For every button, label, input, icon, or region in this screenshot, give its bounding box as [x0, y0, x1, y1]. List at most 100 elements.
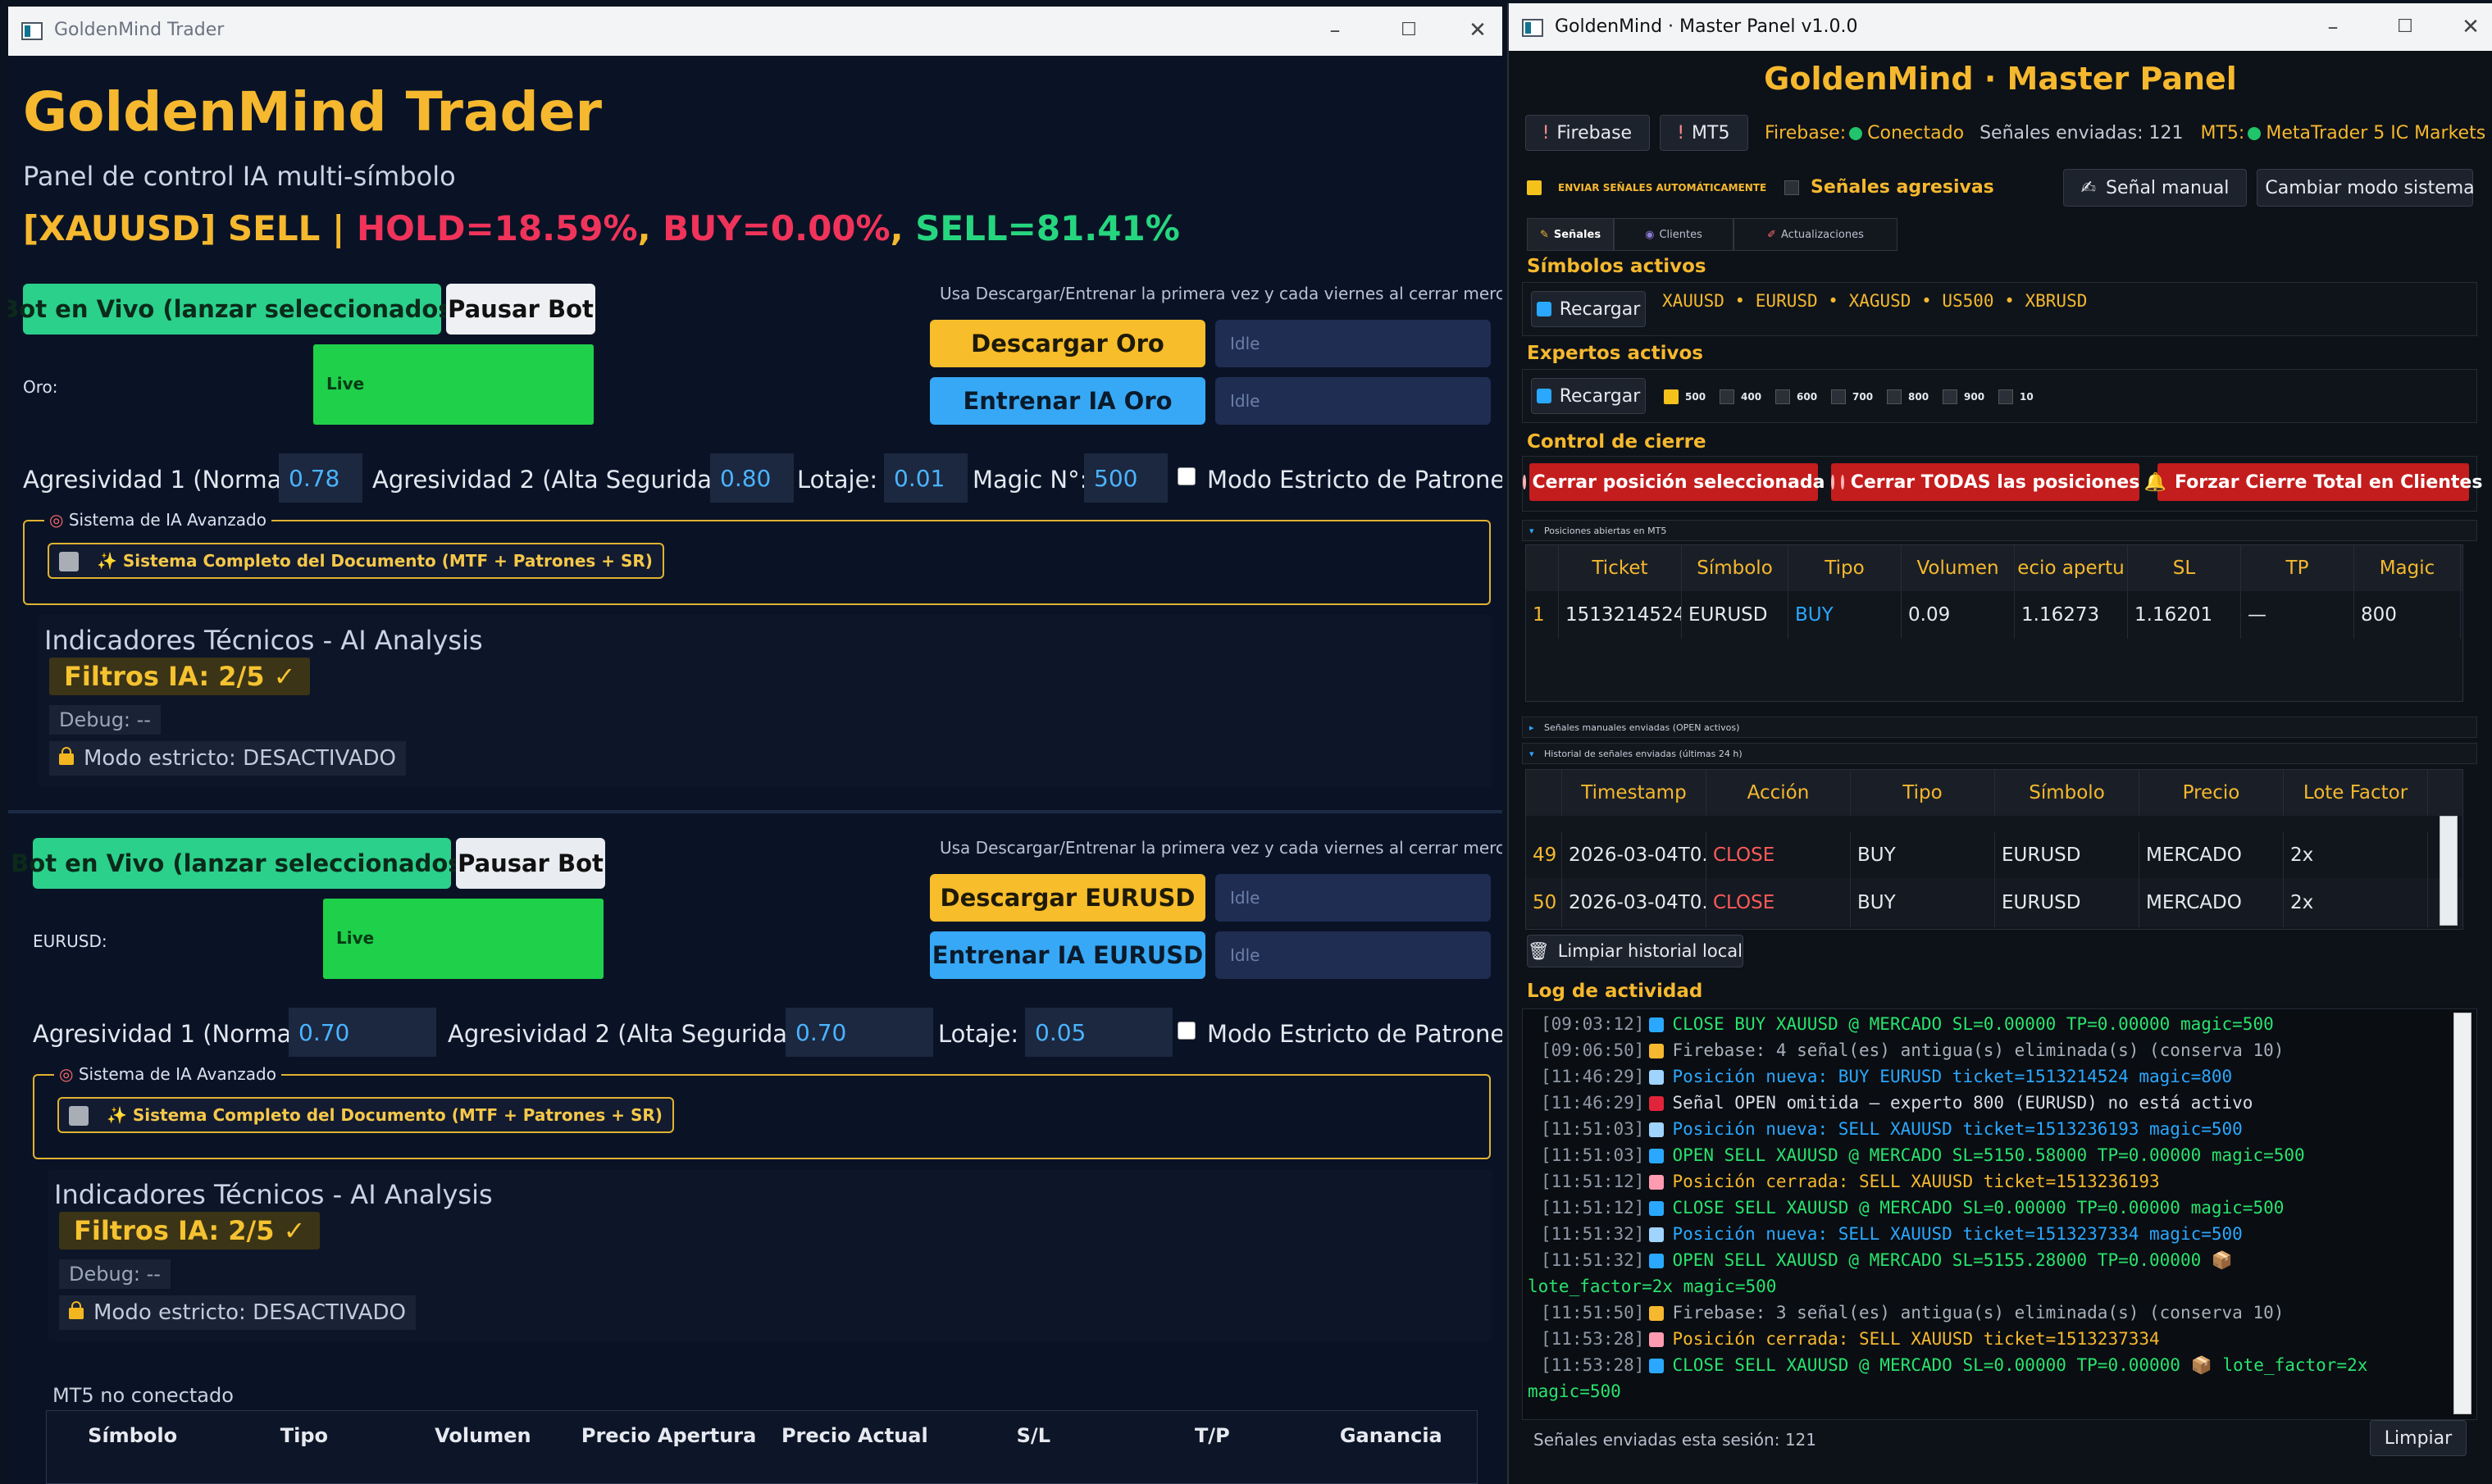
- expert-label: 600: [1797, 391, 1818, 403]
- col-header: Precio: [2139, 770, 2284, 816]
- col-header: Ganancia: [1339, 1424, 1442, 1447]
- clear-history-button[interactable]: 🗑 Limpiar historial local: [1527, 935, 1743, 967]
- auto-send-checkbox[interactable]: [1527, 180, 1542, 195]
- cell-tp: —: [2241, 591, 2354, 639]
- expert-label: 800: [1908, 391, 1929, 403]
- status-dot-icon: [2248, 127, 2262, 140]
- bell-icon: 🔔: [2143, 471, 2166, 493]
- col-header: Timestamp: [1562, 770, 1706, 816]
- log-scrollbar[interactable]: [2453, 1013, 2471, 1414]
- ai-system-button[interactable]: ✨ Sistema Completo del Documento (MTF + …: [57, 1097, 674, 1133]
- chevron-down-icon: ▾: [1529, 525, 1534, 536]
- log-type-icon: [1649, 1122, 1665, 1137]
- firebase-status: Conectado: [1867, 123, 1965, 143]
- log-line: [09:06:50] Firebase: 4 señal(es) antigua(…: [1541, 1040, 2285, 1060]
- row-index: 50: [1526, 878, 1562, 927]
- minimize-icon[interactable]: –: [2318, 13, 2348, 43]
- positions-table-header: Símbolo Tipo Volumen Precio Apertura Pre…: [47, 1424, 1477, 1447]
- log-type-icon: [1649, 1201, 1665, 1216]
- log-line: [11:51:03] OPEN SELL XAUUSD @ MERCADO SL=…: [1541, 1145, 2305, 1165]
- aggressiveness-1-input[interactable]: 0.70: [289, 1008, 436, 1057]
- log-header: Log de actividad: [1527, 981, 1703, 1002]
- aggressive-checkbox[interactable]: [1784, 180, 1799, 195]
- ai-system-checkbox[interactable]: [69, 1106, 89, 1126]
- row-index: 49: [1526, 832, 1562, 878]
- mt5-status: MT5 no conectado: [52, 1384, 234, 1407]
- open-positions-toggle[interactable]: ▾ Posiciones abiertas en MT5: [1522, 520, 2477, 541]
- aggressiveness-2-label: Agresividad 2 (Alta Seguridad):: [448, 1020, 820, 1048]
- force-close-button[interactable]: 🔔 Forzar Cierre Total en Clientes: [2144, 463, 2482, 501]
- manual-signals-toggle[interactable]: ▸ Señales manuales enviadas (OPEN activos…: [1522, 717, 2477, 738]
- refresh-icon: [1536, 302, 1551, 316]
- expert-checkbox-500[interactable]: [1664, 389, 1679, 404]
- train-status: Idle: [1215, 931, 1491, 979]
- table-row[interactable]: 49 2026-03-04T0... CLOSE BUY EURUSD MERC…: [1526, 832, 2462, 878]
- cell-lot-factor: 2x: [2284, 878, 2428, 927]
- col-header: Volumen: [1902, 545, 2015, 591]
- mt5-status-label: MT5:: [2200, 123, 2245, 143]
- cell-timestamp: 2026-03-04T0...: [1562, 832, 1706, 878]
- expert-checkbox-10[interactable]: [1998, 389, 2013, 404]
- col-header: Símbolo: [88, 1424, 178, 1447]
- active-symbols-box: Recargar XAUUSD • EURUSD • XAGUSD • US50…: [1522, 282, 2477, 336]
- firebase-button[interactable]: ǃ Firebase: [1525, 115, 1650, 151]
- expert-checkbox-800[interactable]: [1887, 389, 1902, 404]
- cell-symbol: EURUSD: [1682, 591, 1788, 639]
- train-button[interactable]: Entrenar IA EURUSD: [930, 931, 1205, 979]
- close-all-button[interactable]: Cerrar TODAS las posiciones: [1830, 463, 2139, 501]
- bot-live-button[interactable]: Bot en Vivo (lanzar seleccionados): [11, 838, 473, 889]
- col-header: T/P: [1194, 1424, 1230, 1447]
- table-row[interactable]: 1 1513214524 EURUSD BUY 0.09 1.16273 1.1…: [1526, 591, 2462, 639]
- maximize-icon[interactable]: ☐: [2390, 13, 2420, 43]
- tab-signals[interactable]: ✎ Señales: [1527, 218, 1614, 251]
- log-line: [11:46:29] Señal OPEN omitida — experto 8…: [1541, 1093, 2253, 1113]
- mt5-button[interactable]: ǃ MT5: [1660, 115, 1748, 151]
- strict-pattern-checkbox[interactable]: [1178, 1022, 1196, 1040]
- close-icon[interactable]: ✕: [2456, 13, 2485, 43]
- log-line: [11:51:12] CLOSE SELL XAUUSD @ MERCADO SL…: [1541, 1198, 2285, 1218]
- col-header: Ticket: [1559, 545, 1682, 591]
- cell-symbol: EURUSD: [1995, 878, 2139, 927]
- chevron-down-icon: ▾: [1529, 748, 1534, 759]
- change-mode-button[interactable]: Cambiar modo sistema: [2257, 169, 2475, 207]
- row-index-header: [1526, 770, 1562, 816]
- download-button[interactable]: Descargar EURUSD: [930, 874, 1205, 922]
- expert-checkbox-700[interactable]: [1831, 389, 1846, 404]
- cell-action: CLOSE: [1706, 832, 1851, 878]
- lot-label: Lotaje:: [938, 1020, 1019, 1048]
- active-experts-box: Recargar 500 400 600 700 800 900 10: [1522, 369, 2477, 423]
- ai-system-legend: ◎ Sistema de IA Avanzado: [54, 1064, 281, 1084]
- expert-label: 10: [2020, 391, 2034, 403]
- log-type-icon: [1649, 1175, 1665, 1190]
- log-line: [11:53:28] Posición cerrada: SELL XAUUSD …: [1541, 1329, 2160, 1349]
- tab-clients[interactable]: ◉ Clientes: [1614, 218, 1733, 251]
- cell-timestamp: 2026-03-04T0...: [1562, 878, 1706, 927]
- red-circle-icon: [1840, 475, 1844, 489]
- cell-type: BUY: [1851, 832, 1995, 878]
- expert-checkbox-400[interactable]: [1720, 389, 1734, 404]
- reload-experts-button[interactable]: Recargar: [1531, 378, 1646, 414]
- strict-mode-status: Modo estricto: DESACTIVADO: [59, 1295, 416, 1330]
- table-row[interactable]: 50 2026-03-04T0... CLOSE BUY EURUSD MERC…: [1526, 878, 2462, 927]
- cell-price: MERCADO: [2139, 832, 2284, 878]
- history-toggle[interactable]: ▾ Historial de señales enviadas (últimas …: [1522, 743, 2477, 764]
- aggressiveness-2-input[interactable]: 0.70: [786, 1008, 933, 1057]
- log-type-icon: [1649, 1149, 1665, 1163]
- status-dot-icon: [1849, 127, 1863, 140]
- manual-signal-button[interactable]: ✍ Señal manual: [2063, 169, 2247, 207]
- history-scrollbar[interactable]: [2440, 816, 2458, 926]
- strict-pattern-label: Modo Estricto de Patrones: [1207, 1020, 1502, 1048]
- lot-input[interactable]: 0.05: [1025, 1008, 1173, 1057]
- reload-symbols-button[interactable]: Recargar: [1531, 291, 1646, 327]
- master-panel-window: GoldenMind · Master Panel v1.0.0 – ☐ ✕ G…: [1507, 3, 2492, 1484]
- log-line: [11:51:50] Firebase: 3 señal(es) antigua(…: [1541, 1303, 2285, 1322]
- expert-checkbox-600[interactable]: [1775, 389, 1790, 404]
- expert-checkbox-900[interactable]: [1943, 389, 1957, 404]
- pause-bot-button[interactable]: Pausar Bot: [456, 838, 605, 889]
- tab-updates[interactable]: ✐ Actualizaciones: [1733, 218, 1897, 251]
- cell-volume: 0.09: [1902, 591, 2015, 639]
- close-selected-button[interactable]: Cerrar posición seleccionada: [1522, 463, 1825, 501]
- window-title: GoldenMind · Master Panel v1.0.0: [1555, 16, 1858, 37]
- title-bar[interactable]: GoldenMind · Master Panel v1.0.0 – ☐ ✕: [1509, 3, 2492, 51]
- clear-log-button[interactable]: Limpiar: [2370, 1420, 2467, 1456]
